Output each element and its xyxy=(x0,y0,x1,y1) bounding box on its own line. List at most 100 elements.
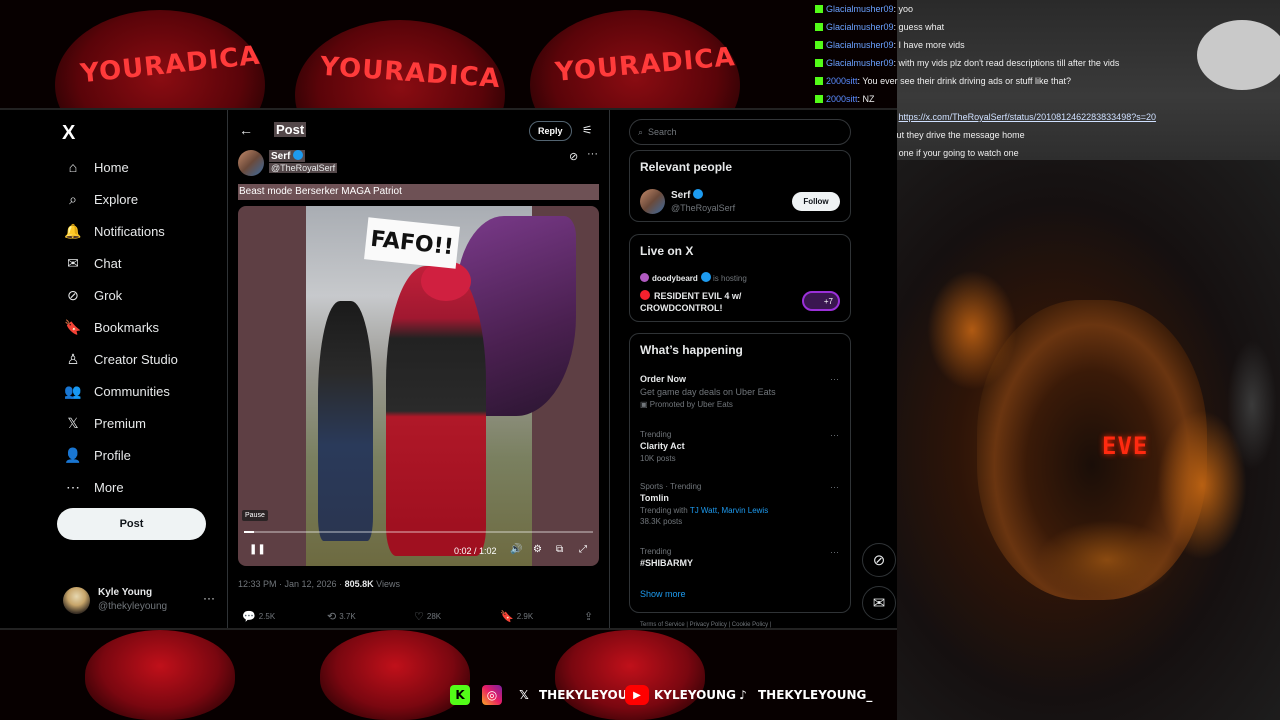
mail-icon: ✉ xyxy=(67,254,79,271)
chat-username[interactable]: 2000sitt xyxy=(826,76,858,86)
host-name: doodybeard xyxy=(652,274,698,283)
chat-username[interactable]: Glacialmusher09 xyxy=(826,40,894,50)
search-input[interactable]: ⌕ Search xyxy=(629,119,851,145)
nav-item-creator-studio[interactable]: ♙ Creator Studio xyxy=(62,343,178,375)
more-icon: ⋯ xyxy=(66,478,80,495)
show-more-link[interactable]: Show more xyxy=(640,589,686,599)
webcam-feed: EVE xyxy=(897,160,1280,720)
settings-gear-icon[interactable]: ⚙ xyxy=(533,544,542,555)
chat-message: Glacialmusher09: with my vids plz don't … xyxy=(815,54,1280,72)
grok-icon[interactable]: ⊘ xyxy=(569,150,578,163)
live-host[interactable]: doodybeard is hosting xyxy=(640,272,747,283)
trend-item[interactable]: Trending Clarity Act 10K posts ··· xyxy=(640,430,840,463)
nav-item-more[interactable]: ⋯ More xyxy=(62,471,124,503)
chat-username[interactable]: Glacialmusher09 xyxy=(826,4,894,14)
trend-more-icon[interactable]: ··· xyxy=(830,547,839,557)
post-meta: 12:33 PM · Jan 12, 2026 · 805.8K Views xyxy=(238,579,400,589)
trend-promoted: ▣ Promoted by Uber Eats xyxy=(640,400,840,409)
instagram-icon: ◎ xyxy=(482,685,502,705)
post-more-icon[interactable]: ··· xyxy=(587,148,598,160)
nav-item-label: Creator Studio xyxy=(94,351,178,367)
nav-item-notifications[interactable]: 🔔 Notifications xyxy=(62,215,165,247)
author-handle[interactable]: @TheRoyalSerf xyxy=(269,163,338,173)
trend-item[interactable]: Trending #SHIBARMY ··· xyxy=(640,547,840,568)
nav-item-explore[interactable]: ⌕ Explore xyxy=(62,183,138,215)
nav-item-premium[interactable]: 𝕏 Premium xyxy=(62,407,146,439)
messages-fab-icon[interactable]: ✉ xyxy=(862,586,896,620)
follow-button[interactable]: Follow xyxy=(792,192,840,211)
right-sidebar: ⌕ Search Relevant people Serf @TheRoyalSe… xyxy=(610,110,897,628)
like-action[interactable]: ♡ 28K xyxy=(414,610,441,623)
socials-bar: K ◎ 𝕏 THEKYLEYOUNG ▶ KYLEYOUNG ♪ THEKYLEYOU… xyxy=(450,683,872,707)
nav-item-home[interactable]: ⌂ Home xyxy=(62,151,129,183)
relevant-name[interactable]: Serf xyxy=(671,189,704,201)
picture-in-picture-icon[interactable]: ⧉ xyxy=(556,544,563,555)
nav-item-label: Profile xyxy=(94,447,131,463)
account-more-icon[interactable]: ··· xyxy=(203,591,215,605)
trend-item[interactable]: Sports · Trending Tomlin Trending with T… xyxy=(640,482,840,526)
search-placeholder: Search xyxy=(648,127,677,137)
nav-item-bookmarks[interactable]: 🔖 Bookmarks xyxy=(62,311,159,343)
video-player[interactable]: FAFO!! Pause ❚❚ 0:02 / 1:02 🔊 ⚙ ⧉ ⤢ xyxy=(238,206,599,566)
bookmark-icon: 🔖 xyxy=(500,611,514,623)
avatar[interactable] xyxy=(640,189,665,214)
author-name-text: Serf xyxy=(271,151,291,162)
kick-badge-icon xyxy=(815,23,823,31)
trend-more-icon[interactable]: ··· xyxy=(830,374,839,384)
views-label: Views xyxy=(373,579,400,589)
nav-item-profile[interactable]: 👤 Profile xyxy=(62,439,131,471)
trend-more-icon[interactable]: ··· xyxy=(830,430,839,440)
nav-item-label: Chat xyxy=(94,255,122,271)
pause-icon[interactable]: ❚❚ xyxy=(249,544,266,555)
bookmark-action[interactable]: 🔖 2.9K xyxy=(500,610,533,623)
avatar xyxy=(63,587,90,614)
communities-icon: 👥 xyxy=(64,382,82,399)
nav-item-label: Home xyxy=(94,159,129,175)
nav-item-communities[interactable]: 👥 Communities xyxy=(62,375,170,407)
trend-more-icon[interactable]: ··· xyxy=(830,482,839,492)
footer-links[interactable]: Terms of Service | Privacy Policy | Cook… xyxy=(640,622,771,628)
account-switcher[interactable]: Kyle Young @thekyleyoung ··· xyxy=(63,585,223,617)
volume-icon[interactable]: 🔊 xyxy=(510,544,522,555)
instagram-social: ◎ xyxy=(482,683,507,707)
nav-item-label: Grok xyxy=(94,287,123,303)
compose-post-button[interactable]: Post xyxy=(57,508,206,540)
chat-username[interactable]: 2000sitt xyxy=(826,94,858,104)
chat-text: I have more vids xyxy=(898,40,965,50)
chat-message: Glacialmusher09: I have more vids xyxy=(815,36,1280,54)
post-timestamp[interactable]: 12:33 PM · Jan 12, 2026 · xyxy=(238,579,345,589)
reply-button[interactable]: Reply xyxy=(529,121,572,141)
trend-with-links[interactable]: TJ Watt, Marvin Lewis xyxy=(690,506,768,515)
back-arrow-icon[interactable]: ← xyxy=(239,122,253,138)
post-column: ← Post Reply ⚟ Serf @TheRoyalSerf ⊘ ··· … xyxy=(228,110,610,628)
grok-fab-icon[interactable]: ⊘ xyxy=(862,543,896,577)
x-logo[interactable]: X xyxy=(62,122,75,145)
sliders-icon[interactable]: ⚟ xyxy=(582,123,593,137)
nav-item-label: Explore xyxy=(94,191,139,207)
reply-count: 2.5K xyxy=(258,612,276,621)
live-listeners-badge[interactable]: +7 xyxy=(802,291,840,311)
kick-icon: K xyxy=(450,685,470,705)
card-title: Live on X xyxy=(640,244,694,258)
live-stream-title[interactable]: RESIDENT EVIL 4 w/ CROWDCONTROL! xyxy=(640,290,770,314)
reply-action[interactable]: 💬 2.5K xyxy=(242,610,275,623)
youtube-handle: KYLEYOUNG xyxy=(654,688,736,702)
fullscreen-icon[interactable]: ⤢ xyxy=(579,544,587,555)
nav-item-grok[interactable]: ⊘ Grok xyxy=(62,279,122,311)
chat-text[interactable]: https://x.com/TheRoyalSerf/status/201081… xyxy=(899,112,1156,122)
chat-username[interactable]: Glacialmusher09 xyxy=(826,22,894,32)
nav-item-chat[interactable]: ✉ Chat xyxy=(62,247,121,279)
verified-badge-icon xyxy=(700,272,711,282)
chat-username[interactable]: Glacialmusher09 xyxy=(826,58,894,68)
author-avatar[interactable] xyxy=(238,150,264,176)
chat-text: You ever see their drink driving ads or … xyxy=(862,76,1071,86)
video-progress-fill xyxy=(244,531,255,533)
author-name[interactable]: Serf xyxy=(269,150,306,162)
share-icon: ⇪ xyxy=(584,611,594,623)
repost-action[interactable]: ⟲ 3.7K xyxy=(327,610,356,623)
stream-overlay: YOURADICA YOURADICA YOURADICA EVE Glacia… xyxy=(0,0,1280,720)
trend-title: Clarity Act xyxy=(640,441,685,451)
video-progress-bar[interactable] xyxy=(244,531,593,533)
share-action[interactable]: ⇪ xyxy=(584,610,596,623)
trend-item[interactable]: Order Now Get game day deals on Uber Eat… xyxy=(640,374,840,409)
